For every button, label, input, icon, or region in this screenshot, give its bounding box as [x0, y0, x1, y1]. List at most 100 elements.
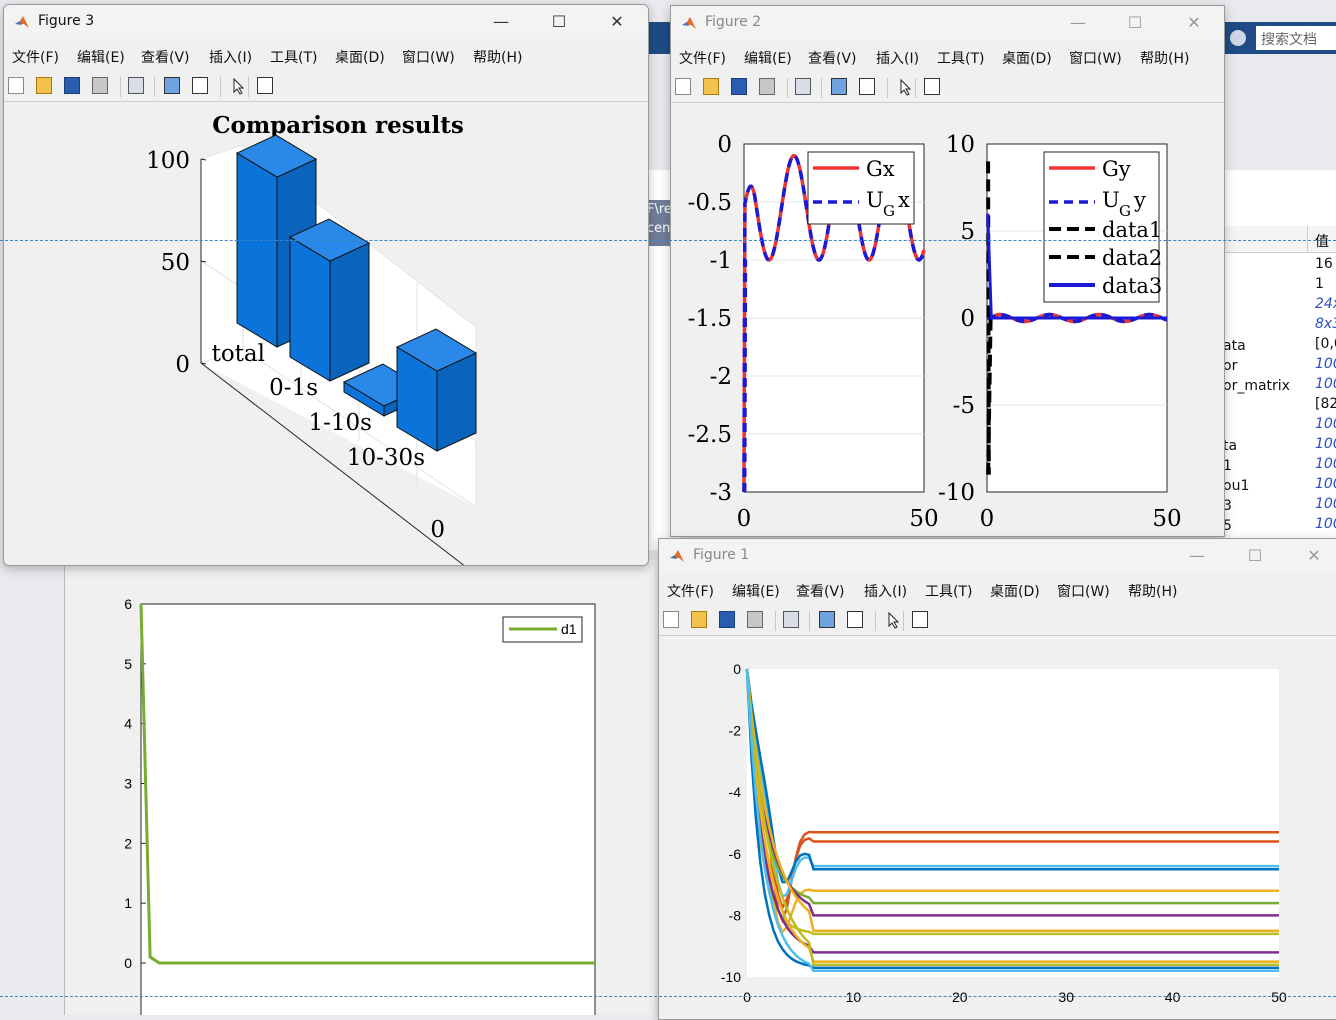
workspace-var-name[interactable]: or_matrix: [1223, 378, 1290, 394]
link-plot-icon[interactable]: [795, 78, 811, 95]
y-tick-label: 3: [124, 776, 132, 792]
menu-item-2[interactable]: 查看(V): [796, 581, 845, 601]
search-dropdown-icon[interactable]: [1230, 30, 1246, 46]
search-input[interactable]: 搜索文档: [1256, 26, 1336, 50]
toolbar-separator: [821, 78, 822, 98]
y-tick-label: 6: [124, 596, 132, 612]
minimize-button[interactable]: —: [1174, 539, 1220, 573]
close-button[interactable]: ✕: [1171, 6, 1217, 40]
figure3-window[interactable]: Figure 3 — ☐ ✕ 文件(F) 编辑(E) 查看(V) 插入(I) 工具(T)…: [3, 4, 649, 566]
value-column-header: 值: [1315, 234, 1329, 250]
workspace-var-name[interactable]: ou1: [1223, 478, 1249, 494]
matlab-logo-icon: [15, 16, 29, 28]
legend-label-ugx-u: U: [866, 188, 884, 212]
y-tick-label: 10: [946, 132, 975, 158]
print-icon[interactable]: [92, 77, 108, 94]
colorbar-icon[interactable]: [831, 78, 847, 95]
figure3-titlebar[interactable]: Figure 3 — ☐ ✕: [4, 5, 648, 39]
menu-item-5[interactable]: 桌面(D): [990, 581, 1040, 601]
maximize-button[interactable]: ☐: [1112, 6, 1158, 40]
category-label: total: [212, 341, 265, 367]
figure1-titlebar[interactable]: Figure 1 — ☐ ✕: [659, 539, 1336, 573]
select-pointer-icon[interactable]: [885, 611, 903, 629]
maximize-button[interactable]: ☐: [536, 5, 582, 39]
property-inspector-icon[interactable]: [912, 611, 928, 628]
menu-item-4[interactable]: 工具(T): [925, 581, 972, 601]
close-button[interactable]: ✕: [594, 5, 640, 39]
menu-item-2[interactable]: 查看(V): [141, 47, 190, 67]
property-inspector-icon[interactable]: [924, 78, 940, 95]
property-inspector-icon[interactable]: [257, 77, 273, 94]
workspace-var-value: 1: [1315, 276, 1324, 292]
new-file-icon[interactable]: [663, 611, 679, 628]
save-icon[interactable]: [731, 78, 747, 95]
guide-line: [0, 240, 1336, 241]
maximize-button[interactable]: ☐: [1232, 539, 1278, 573]
workspace-var-name[interactable]: ta: [1223, 438, 1237, 454]
minimize-button[interactable]: —: [1055, 6, 1101, 40]
menu-item-7[interactable]: 帮助(H): [1140, 48, 1189, 68]
toolbar-separator: [120, 77, 121, 97]
legend-icon[interactable]: [847, 611, 863, 628]
menu-item-2[interactable]: 查看(V): [808, 48, 857, 68]
menu-item-1[interactable]: 编辑(E): [732, 581, 780, 601]
x-tick-label: 0: [737, 506, 752, 532]
x-tick-label: 0: [980, 506, 995, 532]
select-pointer-icon[interactable]: [230, 77, 248, 95]
figure2-toolbar: [671, 72, 1224, 103]
close-button[interactable]: ✕: [1291, 539, 1336, 573]
figure2-titlebar[interactable]: Figure 2 — ☐ ✕: [671, 6, 1224, 40]
z-tick-label: 100: [146, 148, 190, 174]
menu-item-1[interactable]: 编辑(E): [744, 48, 792, 68]
workspace-var-value: 100: [1315, 496, 1336, 512]
select-pointer-icon[interactable]: [897, 78, 915, 96]
menu-item-3[interactable]: 插入(I): [864, 581, 907, 601]
open-folder-icon[interactable]: [703, 78, 719, 95]
menu-item-0[interactable]: 文件(F): [12, 47, 59, 67]
print-icon[interactable]: [747, 611, 763, 628]
background-figure: 6 5 4 3 2 1 0 d1: [64, 560, 655, 1015]
open-folder-icon[interactable]: [691, 611, 707, 628]
legend-label-ugx-x: x: [898, 188, 910, 212]
menu-item-7[interactable]: 帮助(H): [473, 47, 522, 67]
menu-item-3[interactable]: 插入(I): [876, 48, 919, 68]
y-tick-label: -5: [953, 393, 975, 419]
search-bar[interactable]: 搜索文档: [1222, 22, 1336, 54]
menu-item-1[interactable]: 编辑(E): [77, 47, 125, 67]
menu-item-7[interactable]: 帮助(H): [1128, 581, 1177, 601]
toolbar-separator: [775, 611, 776, 631]
open-folder-icon[interactable]: [36, 77, 52, 94]
colorbar-icon[interactable]: [164, 77, 180, 94]
figure2-window[interactable]: Figure 2 — ☐ ✕ 文件(F) 编辑(E) 查看(V) 插入(I) 工具(T)…: [670, 5, 1225, 537]
menu-item-4[interactable]: 工具(T): [270, 47, 317, 67]
d1-legend-label: d1: [561, 621, 577, 637]
y-tick-label: 0: [960, 306, 975, 332]
save-icon[interactable]: [719, 611, 735, 628]
workspace-var-value: 16: [1315, 256, 1333, 272]
link-plot-icon[interactable]: [783, 611, 799, 628]
legend-icon[interactable]: [859, 78, 875, 95]
link-plot-icon[interactable]: [128, 77, 144, 94]
new-file-icon[interactable]: [675, 78, 691, 95]
menu-item-6[interactable]: 窗口(W): [1069, 48, 1122, 68]
new-file-icon[interactable]: [8, 77, 24, 94]
menu-item-6[interactable]: 窗口(W): [1057, 581, 1110, 601]
menu-item-5[interactable]: 桌面(D): [1002, 48, 1052, 68]
minimize-button[interactable]: —: [478, 5, 524, 39]
menu-item-5[interactable]: 桌面(D): [335, 47, 385, 67]
workspace-var-name[interactable]: ata: [1223, 338, 1246, 354]
x-tick-label: 50: [1271, 989, 1287, 1005]
menu-item-6[interactable]: 窗口(W): [402, 47, 455, 67]
print-icon[interactable]: [759, 78, 775, 95]
save-icon[interactable]: [64, 77, 80, 94]
colorbar-icon[interactable]: [819, 611, 835, 628]
figure1-window[interactable]: Figure 1 — ☐ ✕ 文件(F) 编辑(E) 查看(V) 插入(I) 工具(T)…: [658, 538, 1336, 1020]
menu-item-4[interactable]: 工具(T): [937, 48, 984, 68]
menu-item-3[interactable]: 插入(I): [209, 47, 252, 67]
legend-icon[interactable]: [192, 77, 208, 94]
workspace-var-name[interactable]: or: [1223, 358, 1237, 374]
menu-item-0[interactable]: 文件(F): [679, 48, 726, 68]
matlab-logo-icon: [682, 17, 696, 29]
figure3-chart: Comparison results 100 50 0 total0-1s 1-10s 1…: [146, 112, 478, 565]
menu-item-0[interactable]: 文件(F): [667, 581, 714, 601]
